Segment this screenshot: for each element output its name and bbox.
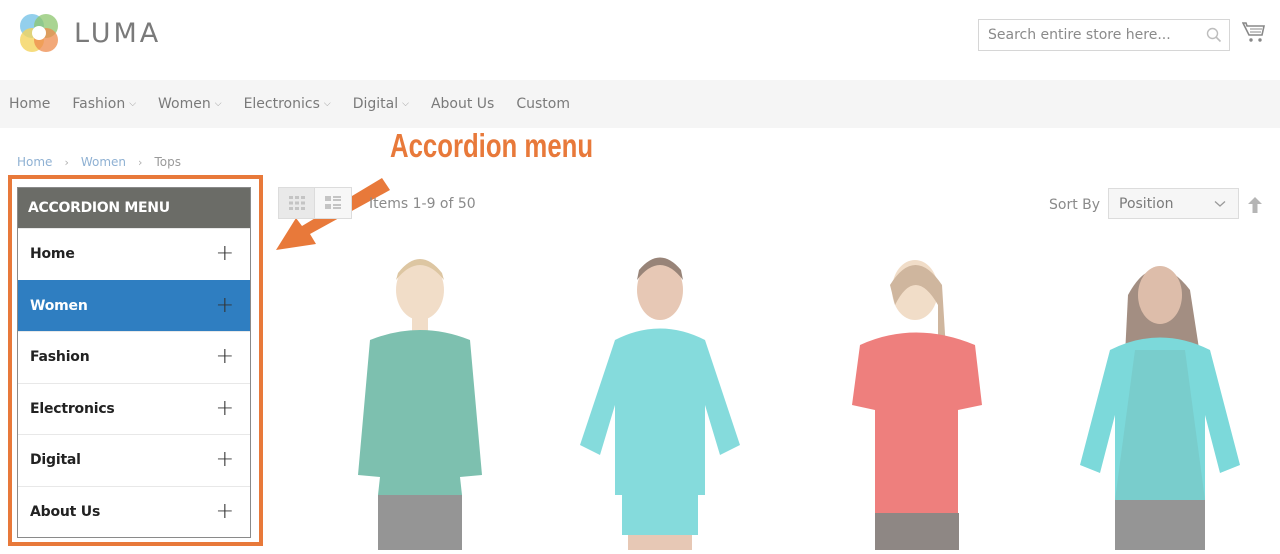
sort-by-value: Position <box>1119 195 1174 212</box>
product-item[interactable] <box>540 245 780 550</box>
chevron-down-icon: ⌵ <box>129 99 137 109</box>
nav-item-about-us[interactable]: About Us <box>431 96 494 112</box>
breadcrumb: Home › Women › Tops <box>17 155 181 169</box>
product-item[interactable] <box>800 245 1040 550</box>
accordion-item-home[interactable]: Home + <box>18 228 250 280</box>
page-header: LUMA <box>0 0 1280 80</box>
accordion-item-label: Electronics <box>30 400 115 417</box>
view-mode-switcher <box>278 187 352 219</box>
nav-item-label: Women <box>158 96 211 112</box>
chevron-down-icon: ⌵ <box>323 99 331 109</box>
product-toolbar <box>278 187 352 219</box>
logo-text: LUMA <box>74 17 162 49</box>
nav-item-women[interactable]: Women ⌵ <box>158 96 222 112</box>
product-image-two-tone-hoodie[interactable] <box>1040 245 1280 550</box>
plus-icon[interactable]: + <box>216 500 234 523</box>
nav-item-electronics[interactable]: Electronics ⌵ <box>244 96 331 112</box>
product-item[interactable] <box>300 245 540 550</box>
accordion-item-label: About Us <box>30 503 101 520</box>
nav-item-label: Home <box>9 96 51 112</box>
search-input[interactable] <box>979 20 1199 50</box>
plus-icon[interactable]: + <box>216 243 234 265</box>
nav-item-custom[interactable]: Custom <box>516 96 570 112</box>
breadcrumb-separator: › <box>64 155 69 169</box>
main-navigation: Home Fashion ⌵ Women ⌵ Electronics ⌵ Digita… <box>0 80 1280 128</box>
search-box <box>978 19 1230 51</box>
annotation-callout: Accordion menu <box>390 127 594 164</box>
product-grid <box>280 245 1280 550</box>
accordion-item-label: Women <box>30 297 88 314</box>
nav-item-label: Electronics <box>243 96 320 112</box>
plus-icon[interactable]: + <box>216 449 234 471</box>
chevron-down-icon: ⌵ <box>214 99 222 109</box>
list-icon <box>325 196 341 209</box>
sort-direction-arrow-up-icon[interactable] <box>1248 197 1262 213</box>
sort-by-label: Sort By <box>1049 197 1101 213</box>
accordion-item-digital[interactable]: Digital + <box>18 434 250 486</box>
accordion-item-women[interactable]: Women + <box>18 279 250 331</box>
accordion-menu: ACCORDION MENU Home + Women + Fashion + Ele… <box>17 187 251 538</box>
accordion-item-label: Home <box>30 246 75 263</box>
list-view-button[interactable] <box>315 187 352 219</box>
nav-item-label: Custom <box>516 96 570 112</box>
product-image-turquoise-hoodie[interactable] <box>540 245 780 550</box>
plus-icon[interactable]: + <box>216 294 234 317</box>
search-icon[interactable] <box>1199 20 1229 50</box>
accordion-item-label: Fashion <box>30 349 90 366</box>
luma-logo-icon <box>20 14 58 52</box>
chevron-down-icon: ⌵ <box>402 99 409 109</box>
product-image-green-top[interactable] <box>300 245 540 550</box>
accordion-item-fashion[interactable]: Fashion + <box>18 331 250 383</box>
plus-icon[interactable]: + <box>216 397 234 420</box>
grid-view-button[interactable] <box>278 187 315 219</box>
accordion-title: ACCORDION MENU <box>18 188 250 228</box>
accordion-item-electronics[interactable]: Electronics + <box>18 382 250 434</box>
toolbar-item-count: Items 1-9 of 50 <box>369 196 476 212</box>
store-logo[interactable]: LUMA <box>16 10 166 56</box>
accordion-item-label: Digital <box>30 452 81 469</box>
plus-icon[interactable]: + <box>216 346 234 368</box>
accordion-item-about-us[interactable]: About Us + <box>18 485 250 537</box>
nav-item-label: About Us <box>430 96 495 112</box>
breadcrumb-separator: › <box>138 155 143 169</box>
cart-icon[interactable] <box>1241 20 1266 44</box>
nav-item-home[interactable]: Home <box>9 96 50 112</box>
nav-item-fashion[interactable]: Fashion ⌵ <box>72 96 136 112</box>
sort-by-select[interactable]: Position <box>1108 188 1239 219</box>
grid-icon <box>288 196 305 210</box>
nav-item-label: Fashion <box>72 96 126 112</box>
breadcrumb-current: Tops <box>154 155 181 169</box>
breadcrumb-home[interactable]: Home <box>17 155 52 169</box>
product-image-red-top[interactable] <box>800 245 1040 550</box>
product-item[interactable] <box>1040 245 1280 550</box>
chevron-down-icon <box>1214 200 1226 207</box>
nav-item-digital[interactable]: Digital ⌵ <box>353 96 409 112</box>
breadcrumb-women[interactable]: Women <box>81 155 126 169</box>
nav-item-label: Digital <box>352 96 399 112</box>
